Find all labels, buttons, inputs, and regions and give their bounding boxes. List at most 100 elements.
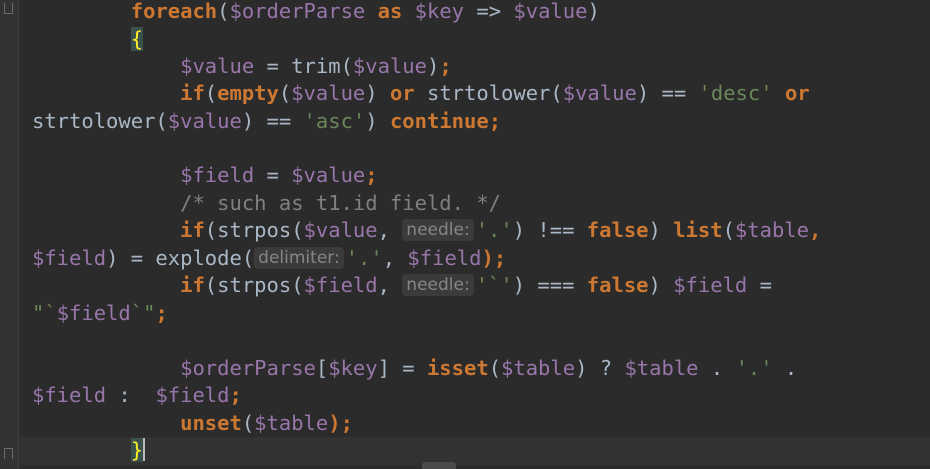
code-line[interactable]: if(strpos($value, needle: '.') !== false)… — [32, 217, 821, 244]
code-line[interactable]: "`$field`"; — [32, 300, 168, 327]
code-token: strtolower( — [414, 81, 563, 105]
code-token: as — [377, 0, 403, 23]
code-token: '`' — [475, 273, 513, 297]
code-token: ) — [648, 273, 674, 297]
code-line[interactable]: if(strpos($field, needle: '`') === false)… — [32, 272, 772, 299]
code-token: $table — [734, 218, 809, 242]
code-token: $field — [32, 246, 107, 270]
editor-gutter — [0, 0, 19, 469]
fold-start-icon[interactable] — [4, 448, 13, 459]
code-token: ; — [229, 383, 242, 407]
code-line[interactable]: foreach($orderParse as $key => $value) — [32, 0, 600, 25]
code-token: ); — [481, 246, 507, 270]
code-line[interactable]: if(empty($value) or strtolower($value) =… — [32, 80, 810, 107]
code-token: = — [254, 54, 292, 78]
code-line[interactable]: strtolower($value) == 'asc') continue; — [32, 108, 501, 135]
code-token: ) — [365, 109, 390, 133]
code-token: '.' — [735, 356, 773, 380]
code-token: => — [464, 0, 514, 23]
code-token: 'asc' — [303, 109, 366, 133]
code-token: ( — [488, 356, 502, 380]
code-token: or — [389, 81, 415, 105]
code-token: if — [180, 81, 205, 105]
code-token: $value — [167, 109, 242, 133]
code-token: trim — [291, 54, 341, 78]
code-token: . — [772, 356, 798, 380]
code-token: $field — [407, 246, 482, 270]
code-token: ) ? — [575, 356, 625, 380]
code-token: false — [586, 273, 649, 297]
code-token: ) — [587, 0, 600, 23]
code-line[interactable]: $field = $value; — [32, 162, 378, 189]
code-token: ) = explode( — [106, 246, 255, 270]
code-token: ) === — [512, 273, 587, 297]
code-token: $table — [254, 411, 329, 435]
code-token: $orderParse — [229, 0, 366, 23]
code-token: $field — [32, 383, 107, 407]
text-cursor — [143, 438, 146, 461]
code-line[interactable]: } — [32, 437, 146, 464]
code-token: false — [586, 218, 649, 242]
code-token: $field — [56, 301, 131, 325]
code-token: foreach — [130, 0, 218, 23]
code-token: $value — [513, 0, 588, 23]
code-token: 'desc' — [698, 81, 773, 105]
code-token: continue — [389, 109, 489, 133]
code-line[interactable]: { — [32, 26, 144, 53]
code-token: $field — [673, 273, 748, 297]
code-token: [ — [315, 356, 329, 380]
code-token: , — [377, 273, 403, 297]
code-token: `" — [130, 301, 156, 325]
code-token: ) == — [241, 109, 304, 133]
code-token: strtolower( — [32, 109, 168, 133]
code-token: ( — [204, 81, 218, 105]
code-token: $field — [303, 273, 378, 297]
code-line[interactable]: unset($table); — [32, 410, 353, 437]
code-token: if — [180, 273, 205, 297]
code-token: $orderParse — [180, 356, 316, 380]
code-token: ( — [278, 81, 292, 105]
parameter-hint: needle: — [402, 274, 474, 296]
code-token: unset — [180, 411, 242, 435]
fold-end-icon[interactable] — [4, 3, 13, 14]
code-token: . — [698, 356, 736, 380]
code-token: $table — [624, 356, 699, 380]
code-token: ; — [439, 54, 452, 78]
code-token: $value — [291, 163, 366, 187]
code-token: ; — [155, 301, 168, 325]
parameter-hint: delimiter: — [254, 247, 344, 269]
current-line-highlight — [19, 437, 930, 465]
code-line[interactable]: $field) = explode(delimiter: '.', $field)… — [32, 245, 506, 272]
code-token: , — [382, 246, 408, 270]
code-token: ; — [365, 163, 378, 187]
code-token: = — [747, 273, 772, 297]
parameter-hint: needle: — [402, 219, 474, 241]
code-token: ) — [365, 81, 390, 105]
code-line[interactable]: $field : $field; — [32, 382, 242, 409]
code-token: empty — [217, 81, 279, 105]
code-token: ); — [328, 411, 353, 435]
code-line[interactable]: $orderParse[$key] = isset($table) ? $tab… — [32, 355, 797, 382]
code-token: or — [784, 81, 810, 105]
code-token: $key — [328, 356, 378, 380]
matched-brace: } — [130, 438, 144, 462]
matched-brace: { — [130, 27, 144, 51]
code-token: list — [673, 218, 723, 242]
code-line[interactable]: /* such as t1.id field. */ — [32, 190, 501, 217]
code-line[interactable]: $value = trim($value); — [32, 53, 452, 80]
code-token: /* such as t1.id field. */ — [180, 191, 502, 215]
code-token: ) — [648, 218, 674, 242]
code-token: ( — [241, 411, 255, 435]
horizontal-scrollbar-thumb[interactable] — [422, 462, 456, 469]
